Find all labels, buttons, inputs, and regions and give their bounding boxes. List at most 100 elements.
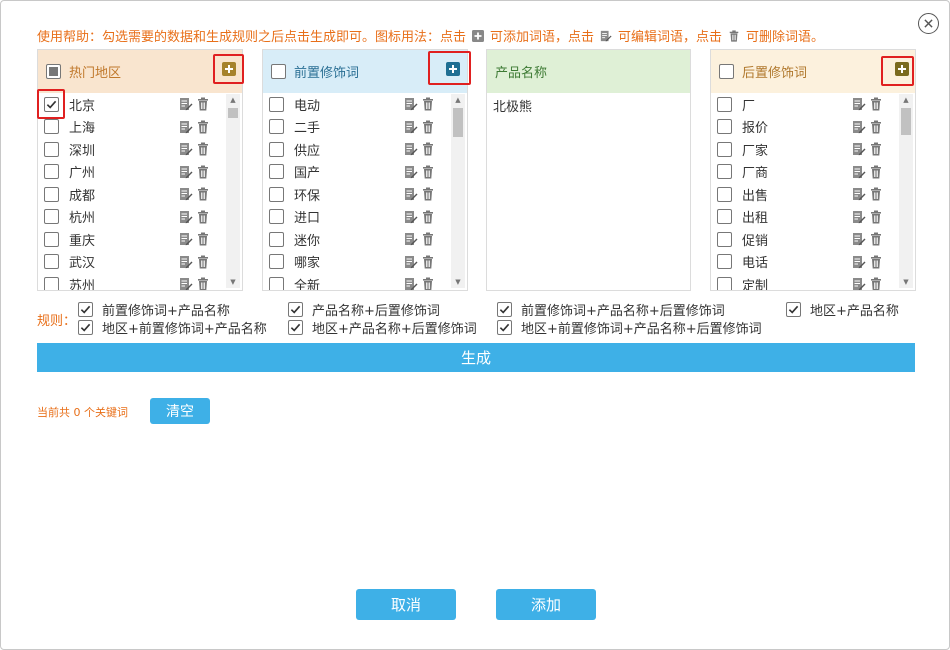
scroll-up-arrow-icon[interactable]: ▲ (899, 94, 913, 106)
region-scrollbar[interactable]: ▲ ▼ (226, 94, 240, 288)
item-checkbox[interactable] (717, 96, 732, 112)
item-checkbox[interactable] (717, 119, 732, 135)
delete-button[interactable] (869, 120, 883, 134)
rule-option[interactable]: 地区+产品名称+后置修饰词 (288, 318, 477, 337)
item-checkbox[interactable] (44, 164, 59, 180)
edit-button[interactable] (852, 210, 866, 224)
item-checkbox[interactable] (269, 141, 284, 157)
delete-button[interactable] (421, 210, 435, 224)
item-checkbox[interactable] (717, 209, 732, 225)
item-checkbox[interactable] (44, 119, 59, 135)
item-checkbox[interactable] (44, 209, 59, 225)
region-add-button[interactable] (222, 62, 236, 76)
edit-button[interactable] (404, 97, 418, 111)
prefix-scrollbar[interactable]: ▲ ▼ (451, 94, 465, 288)
delete-button[interactable] (421, 120, 435, 134)
edit-button[interactable] (852, 255, 866, 269)
rule-option[interactable]: 前置修饰词+产品名称+后置修饰词 (497, 300, 725, 319)
edit-button[interactable] (852, 187, 866, 201)
edit-button[interactable] (852, 232, 866, 246)
edit-button[interactable] (852, 165, 866, 179)
delete-button[interactable] (869, 255, 883, 269)
edit-button[interactable] (179, 210, 193, 224)
item-checkbox[interactable] (269, 119, 284, 135)
edit-button[interactable] (179, 187, 193, 201)
delete-button[interactable] (196, 255, 210, 269)
rule-checkbox[interactable] (288, 320, 303, 335)
scroll-thumb[interactable] (228, 108, 238, 118)
rule-option[interactable]: 产品名称+后置修饰词 (288, 300, 440, 319)
item-checkbox[interactable] (269, 186, 284, 202)
delete-button[interactable] (869, 97, 883, 111)
delete-button[interactable] (421, 97, 435, 111)
rule-checkbox[interactable] (786, 302, 801, 317)
delete-button[interactable] (196, 232, 210, 246)
delete-button[interactable] (421, 142, 435, 156)
delete-button[interactable] (196, 97, 210, 111)
rule-checkbox[interactable] (288, 302, 303, 317)
suffix-add-button[interactable] (895, 62, 909, 76)
edit-button[interactable] (852, 277, 866, 290)
edit-button[interactable] (179, 120, 193, 134)
delete-button[interactable] (421, 187, 435, 201)
delete-button[interactable] (196, 210, 210, 224)
delete-button[interactable] (869, 142, 883, 156)
item-checkbox[interactable] (717, 186, 732, 202)
delete-button[interactable] (869, 187, 883, 201)
rule-checkbox[interactable] (78, 302, 93, 317)
edit-button[interactable] (404, 255, 418, 269)
item-checkbox[interactable] (44, 231, 59, 247)
item-checkbox[interactable] (269, 254, 284, 270)
suffix-select-all-checkbox[interactable] (719, 64, 734, 79)
rule-option[interactable]: 前置修饰词+产品名称 (78, 300, 230, 319)
prefix-add-button[interactable] (446, 62, 460, 76)
item-checkbox[interactable] (269, 231, 284, 247)
scroll-thumb[interactable] (453, 108, 463, 137)
edit-button[interactable] (404, 142, 418, 156)
edit-button[interactable] (179, 255, 193, 269)
delete-button[interactable] (869, 232, 883, 246)
item-checkbox[interactable] (717, 141, 732, 157)
delete-button[interactable] (196, 142, 210, 156)
generate-button[interactable]: 生成 (37, 343, 915, 372)
edit-button[interactable] (179, 165, 193, 179)
item-checkbox[interactable] (717, 231, 732, 247)
item-checkbox[interactable] (269, 96, 284, 112)
rule-checkbox[interactable] (497, 320, 512, 335)
delete-button[interactable] (869, 277, 883, 290)
rule-option[interactable]: 地区+产品名称 (786, 300, 899, 319)
region-select-all-checkbox[interactable] (46, 64, 61, 79)
delete-button[interactable] (196, 165, 210, 179)
edit-button[interactable] (852, 120, 866, 134)
delete-button[interactable] (421, 277, 435, 290)
edit-button[interactable] (179, 142, 193, 156)
add-button[interactable]: 添加 (496, 589, 596, 620)
edit-button[interactable] (404, 210, 418, 224)
delete-button[interactable] (869, 165, 883, 179)
rule-option[interactable]: 地区+前置修饰词+产品名称+后置修饰词 (497, 318, 762, 337)
cancel-button[interactable]: 取消 (356, 589, 456, 620)
delete-button[interactable] (421, 232, 435, 246)
item-checkbox[interactable] (44, 141, 59, 157)
delete-button[interactable] (196, 187, 210, 201)
edit-button[interactable] (179, 97, 193, 111)
item-checkbox[interactable] (269, 209, 284, 225)
delete-button[interactable] (196, 277, 210, 290)
edit-button[interactable] (852, 97, 866, 111)
item-checkbox[interactable] (44, 96, 59, 112)
delete-button[interactable] (196, 120, 210, 134)
item-checkbox[interactable] (717, 164, 732, 180)
scroll-thumb[interactable] (901, 108, 911, 135)
edit-button[interactable] (404, 232, 418, 246)
edit-button[interactable] (404, 187, 418, 201)
rule-option[interactable]: 地区+前置修饰词+产品名称 (78, 318, 267, 337)
clear-button[interactable]: 清空 (150, 398, 210, 424)
item-checkbox[interactable] (44, 186, 59, 202)
close-button[interactable] (918, 13, 939, 34)
scroll-down-arrow-icon[interactable]: ▼ (451, 276, 465, 288)
item-checkbox[interactable] (44, 254, 59, 270)
delete-button[interactable] (869, 210, 883, 224)
scroll-down-arrow-icon[interactable]: ▼ (226, 276, 240, 288)
item-checkbox[interactable] (269, 164, 284, 180)
rule-checkbox[interactable] (497, 302, 512, 317)
